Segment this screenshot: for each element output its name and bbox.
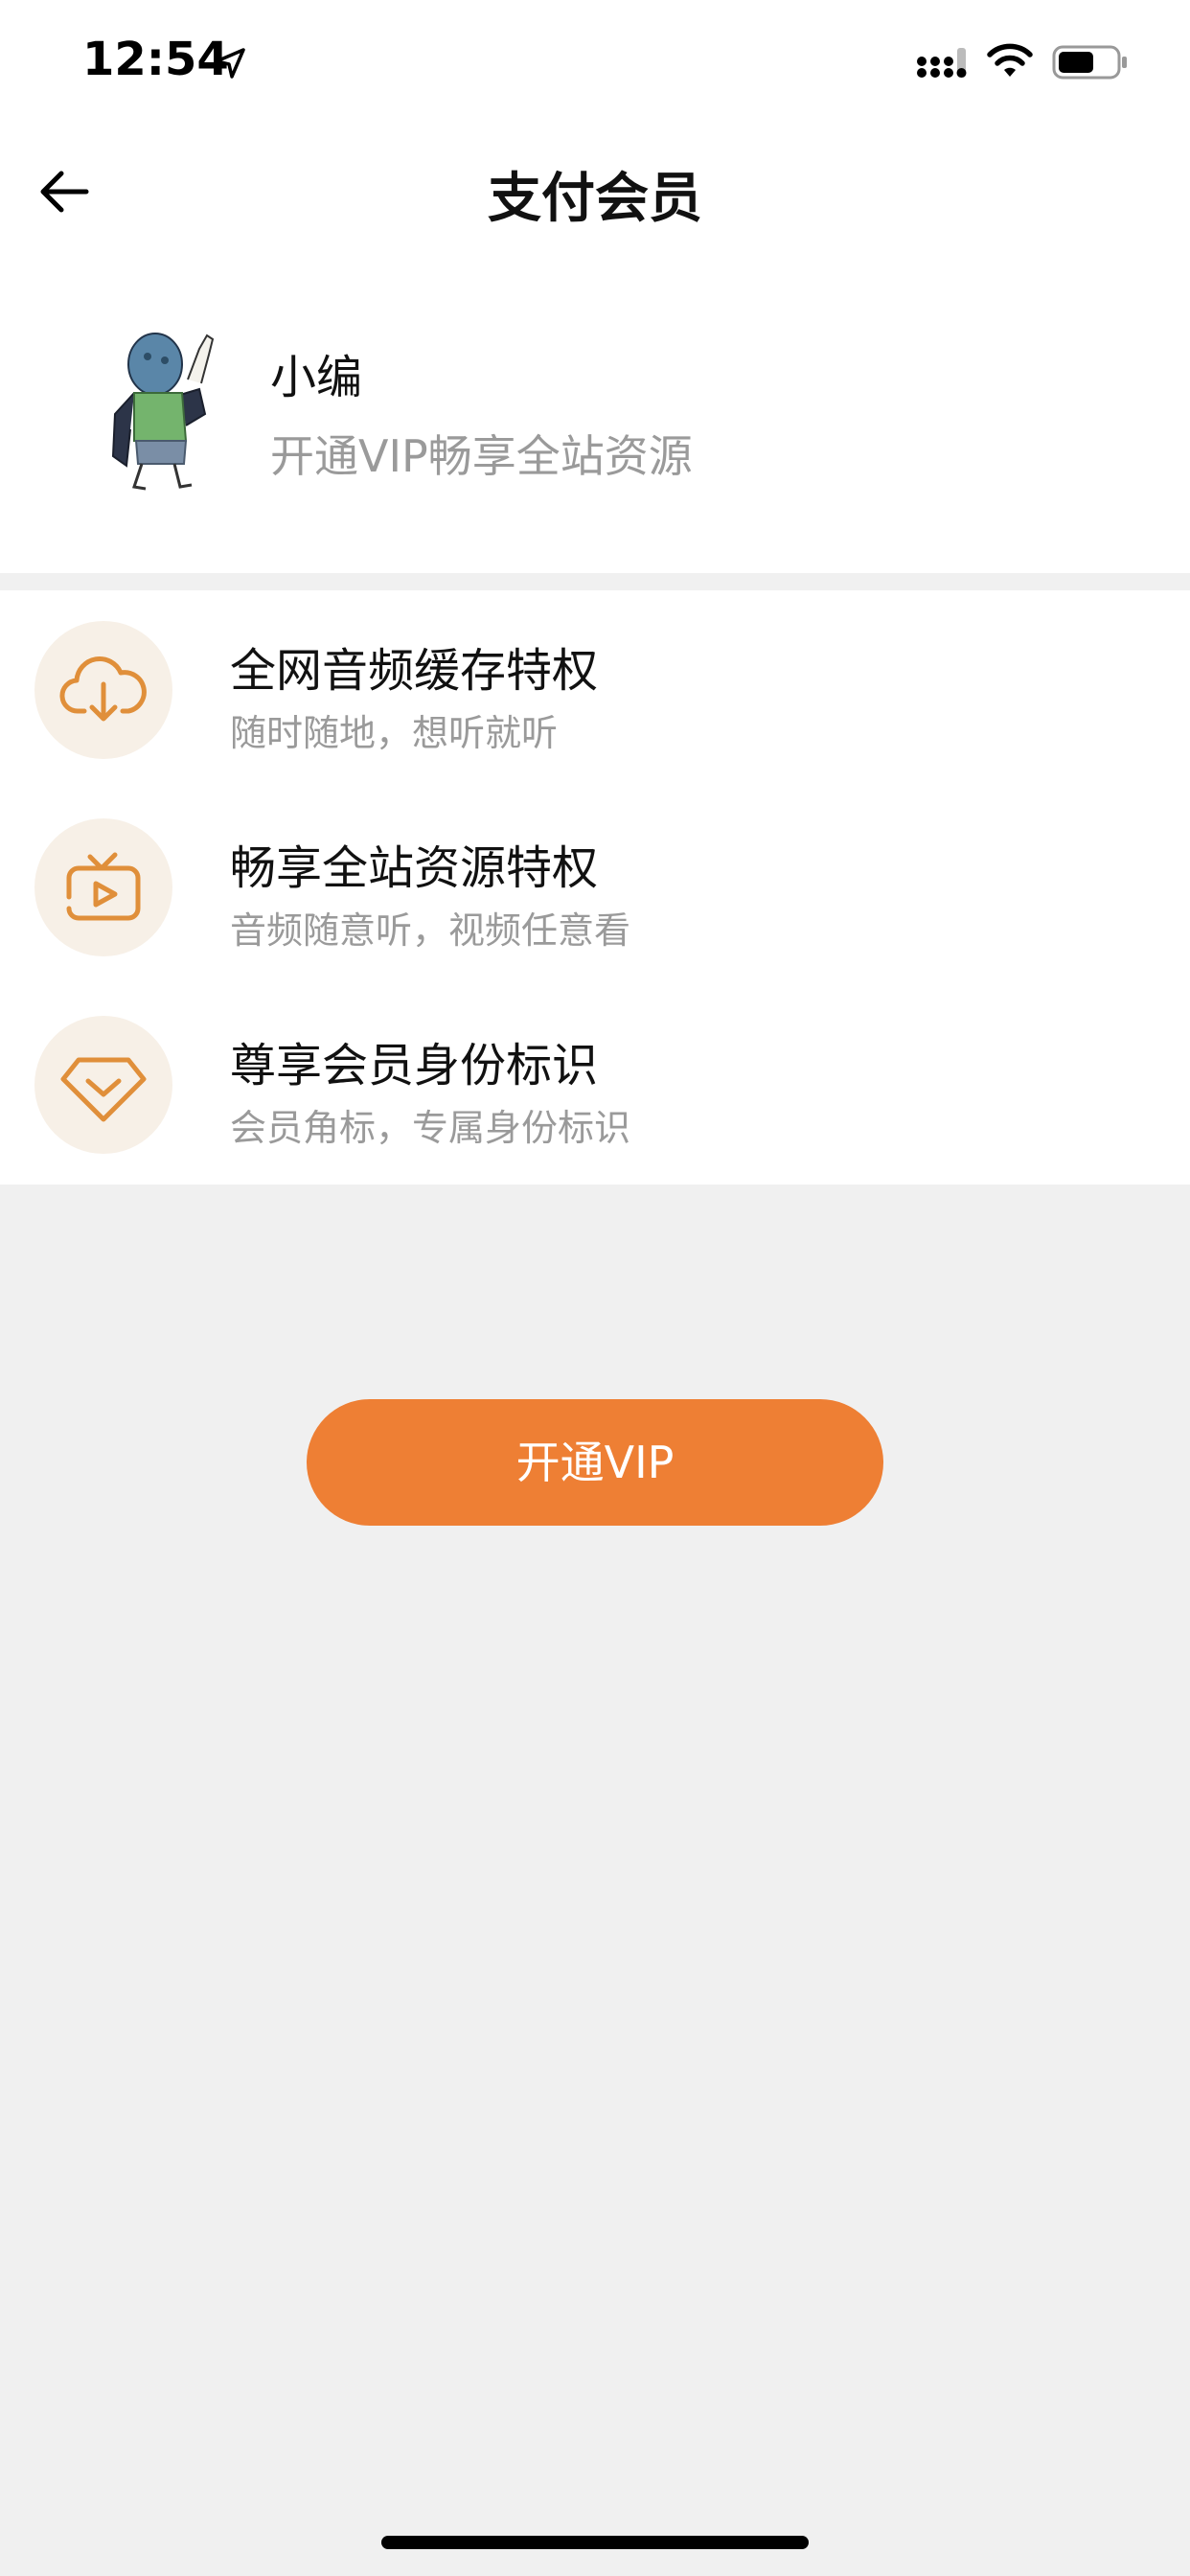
- user-name: 小编: [270, 351, 363, 404]
- user-avatar: [105, 322, 224, 494]
- benefit-title: 尊享会员身份标识: [230, 1039, 599, 1092]
- benefits-list: 全网音频缓存特权 随时随地，想听就听 畅享全站资源特权 音频随意听，视频任意看: [0, 590, 1190, 1184]
- benefit-item-resources: 畅享全站资源特权 音频随意听，视频任意看: [0, 788, 1190, 970]
- benefit-icon-circle: [34, 818, 172, 956]
- cellular-signal-icon: [917, 48, 967, 78]
- diamond-icon: [60, 1057, 147, 1122]
- cloud-download-icon: [59, 656, 147, 722]
- location-arrow-icon: [215, 48, 245, 79]
- open-vip-button[interactable]: 开通VIP: [307, 1399, 883, 1526]
- benefit-icon-circle: [34, 1016, 172, 1154]
- profile-section: 小编 开通VIP畅享全站资源: [0, 259, 1190, 573]
- benefit-description: 音频随意听，视频任意看: [230, 909, 631, 952]
- benefit-title: 畅享全站资源特权: [230, 841, 599, 895]
- benefit-title: 全网音频缓存特权: [230, 644, 599, 698]
- tv-play-icon: [66, 852, 141, 921]
- benefit-icon-circle: [34, 621, 172, 759]
- profile-subtitle: 开通VIP畅享全站资源: [270, 430, 693, 482]
- status-time: 12:54: [82, 33, 229, 86]
- benefit-item-identity: 尊享会员身份标识 会员角标，专属身份标识: [0, 985, 1190, 1167]
- wifi-icon: [987, 43, 1033, 77]
- benefit-description: 随时随地，想听就听: [230, 712, 559, 754]
- status-bar: 12:54: [0, 0, 1190, 126]
- benefit-description: 会员角标，专属身份标识: [230, 1107, 631, 1149]
- navigation-bar: 支付会员: [0, 126, 1190, 259]
- benefit-item-cache: 全网音频缓存特权 随时随地，想听就听: [0, 590, 1190, 772]
- vip-payment-screen: 12:54 支付会员 小编 开通VIP畅享全站资源 全网音频缓存特权 随时随地，…: [0, 0, 1190, 2576]
- page-title: 支付会员: [488, 168, 702, 230]
- battery-icon: [1052, 45, 1127, 80]
- home-indicator[interactable]: [381, 2536, 809, 2549]
